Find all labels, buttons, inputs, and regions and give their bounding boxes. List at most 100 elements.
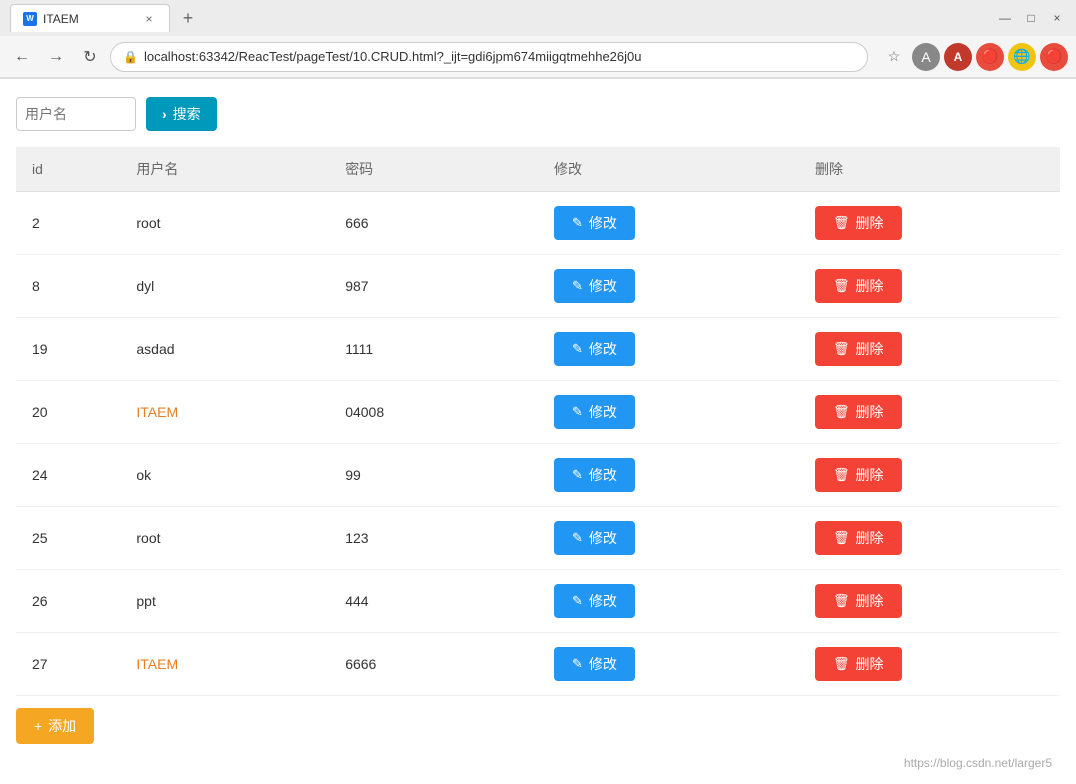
cell-id: 8 <box>16 255 120 318</box>
reload-button[interactable]: ↻ <box>76 43 104 71</box>
bookmark-icon[interactable]: ☆ <box>882 45 906 69</box>
cell-edit: ✎ 修改 <box>538 381 799 444</box>
cell-delete: 🗑删除 <box>799 318 1060 381</box>
table-row: 2root666✎修改🗑删除 <box>16 192 1060 255</box>
ext-icon-4[interactable]: 🔴 <box>1040 43 1068 71</box>
delete-label: 删除 <box>856 528 884 548</box>
pencil-icon: ✎ <box>572 215 583 231</box>
delete-button[interactable]: 🗑 删除 <box>815 584 902 618</box>
search-input[interactable] <box>16 97 136 131</box>
table-body: 2root666✎修改🗑删除8dyl987✎修改🗑删除19asdad1111✎修… <box>16 192 1060 696</box>
trash-icon: 🗑 <box>833 215 850 231</box>
delete-button[interactable]: 🗑删除 <box>815 647 902 681</box>
edit-label: 修改 <box>589 591 617 611</box>
delete-button[interactable]: 🗑删除 <box>815 332 902 366</box>
pencil-icon: ✎ <box>572 278 583 294</box>
search-button[interactable]: 搜索 <box>146 97 217 131</box>
delete-button[interactable]: 🗑删除 <box>815 458 902 492</box>
data-table: id 用户名 密码 修改 删除 2root666✎修改🗑删除8dyl987✎修改… <box>16 147 1060 696</box>
delete-button[interactable]: 🗑删除 <box>815 521 902 555</box>
trash-icon: 🗑 <box>833 656 850 672</box>
cell-id: 27 <box>16 633 120 696</box>
pencil-icon: ✎ <box>572 593 583 609</box>
cell-edit: ✎ 修改 <box>538 570 799 633</box>
cell-delete: 🗑删除 <box>799 633 1060 696</box>
col-header-edit: 修改 <box>538 147 799 192</box>
table-row: 26ppt444✎修改🗑删除 <box>16 570 1060 633</box>
cell-delete: 🗑 删除 <box>799 381 1060 444</box>
cell-password: 04008 <box>329 381 538 444</box>
address-bar[interactable]: 🔒 localhost:63342/ReacTest/pageTest/10.C… <box>110 42 868 72</box>
trash-icon: 🗑 <box>833 404 850 420</box>
watermark: https://blog.csdn.net/larger5 <box>16 752 1060 774</box>
edit-button[interactable]: ✎ 修改 <box>554 395 635 429</box>
cell-password: 666 <box>329 192 538 255</box>
add-button[interactable]: 添加 <box>16 708 94 744</box>
browser-tab[interactable]: W ITAEM × <box>10 4 170 32</box>
table-row: 19asdad1111✎修改🗑删除 <box>16 318 1060 381</box>
ext-icon-1[interactable]: A <box>944 43 972 71</box>
plus-icon <box>34 718 42 734</box>
cell-username: root <box>120 507 329 570</box>
cell-delete: 🗑 删除 <box>799 570 1060 633</box>
cell-id: 25 <box>16 507 120 570</box>
cell-id: 20 <box>16 381 120 444</box>
delete-button[interactable]: 🗑删除 <box>815 269 902 303</box>
cell-username: dyl <box>120 255 329 318</box>
app-content: 搜索 id 用户名 密码 修改 删除 2root666✎修改🗑删除8dyl987… <box>0 79 1076 784</box>
table-header: id 用户名 密码 修改 删除 <box>16 147 1060 192</box>
address-text: localhost:63342/ReacTest/pageTest/10.CRU… <box>144 49 855 64</box>
cell-username: ok <box>120 444 329 507</box>
forward-button[interactable]: → <box>42 43 70 71</box>
cell-edit: ✎修改 <box>538 507 799 570</box>
maximize-button[interactable]: □ <box>1022 9 1040 27</box>
table-row: 8dyl987✎修改🗑删除 <box>16 255 1060 318</box>
delete-label: 删除 <box>856 339 884 359</box>
edit-button[interactable]: ✎ 修改 <box>554 584 635 618</box>
table-row: 27ITAEM6666 ✎修改 🗑删除 <box>16 633 1060 696</box>
lock-icon: 🔒 <box>123 50 138 64</box>
close-window-button[interactable]: × <box>1048 9 1066 27</box>
tab-favicon: W <box>23 12 37 26</box>
edit-label: 修改 <box>589 276 617 296</box>
cell-edit: ✎ 修改 <box>538 255 799 318</box>
pencil-icon: ✎ <box>572 341 583 357</box>
trash-icon: 🗑 <box>833 278 850 294</box>
cell-password: 6666 <box>329 633 538 696</box>
table-row: 25root123✎修改🗑删除 <box>16 507 1060 570</box>
add-button-label: 添加 <box>48 716 76 736</box>
delete-label: 删除 <box>856 591 884 611</box>
delete-label: 删除 <box>856 402 884 422</box>
trash-icon: 🗑 <box>833 593 850 609</box>
tab-close-button[interactable]: × <box>141 11 157 27</box>
cell-id: 26 <box>16 570 120 633</box>
edit-button[interactable]: ✎修改 <box>554 521 635 555</box>
delete-button[interactable]: 🗑删除 <box>815 206 902 240</box>
cell-delete: 🗑删除 <box>799 255 1060 318</box>
delete-button[interactable]: 🗑 删除 <box>815 395 902 429</box>
cell-username: ITAEM <box>120 633 329 696</box>
cell-id: 19 <box>16 318 120 381</box>
trash-icon: 🗑 <box>833 467 850 483</box>
table-row: 24ok99✎修改🗑删除 <box>16 444 1060 507</box>
pencil-icon: ✎ <box>572 404 583 420</box>
edit-button[interactable]: ✎修改 <box>554 647 635 681</box>
cell-delete: 🗑删除 <box>799 192 1060 255</box>
ext-icon-3[interactable]: 🌐 <box>1008 43 1036 71</box>
search-chevron-icon <box>162 106 167 122</box>
cell-username: ITAEM <box>120 381 329 444</box>
edit-button[interactable]: ✎ 修改 <box>554 269 635 303</box>
new-tab-button[interactable]: + <box>174 4 202 32</box>
cell-id: 2 <box>16 192 120 255</box>
account-icon[interactable]: A <box>912 43 940 71</box>
edit-button[interactable]: ✎修改 <box>554 206 635 240</box>
table-row: 20ITAEM04008 ✎ 修改 🗑 删除 <box>16 381 1060 444</box>
cell-edit: ✎修改 <box>538 192 799 255</box>
ext-icon-2[interactable]: 🔴 <box>976 43 1004 71</box>
edit-label: 修改 <box>589 402 617 422</box>
back-button[interactable]: ← <box>8 43 36 71</box>
edit-button[interactable]: ✎修改 <box>554 332 635 366</box>
minimize-button[interactable]: — <box>996 9 1014 27</box>
col-header-password: 密码 <box>329 147 538 192</box>
edit-button[interactable]: ✎修改 <box>554 458 635 492</box>
